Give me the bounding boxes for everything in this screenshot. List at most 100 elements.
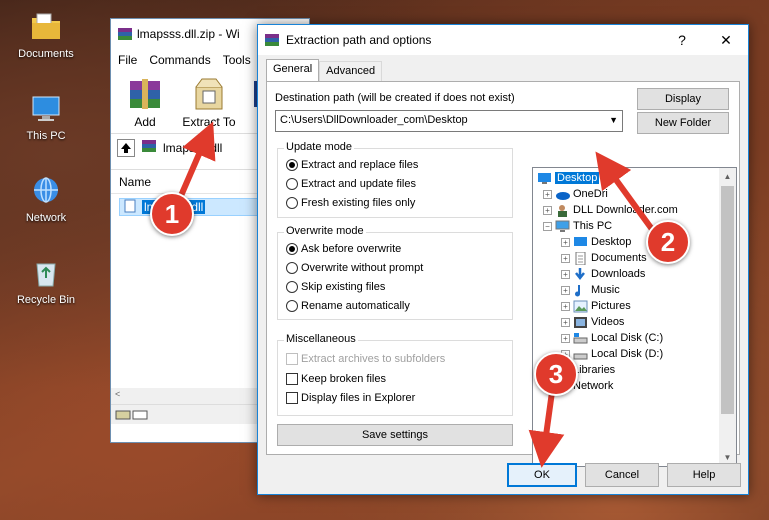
expand-icon[interactable]: + — [543, 189, 552, 199]
extract-to-icon — [188, 77, 230, 111]
dll-file-icon — [122, 199, 138, 216]
winrar-app-icon — [118, 28, 132, 40]
archive-add-icon — [124, 77, 166, 111]
scroll-up-icon[interactable]: ▲ — [719, 168, 736, 185]
menu-file[interactable]: File — [118, 53, 137, 67]
display-button[interactable]: Display — [637, 88, 729, 110]
tree-item-desktop-root[interactable]: Desktop — [537, 170, 600, 186]
winrar-app-icon — [265, 34, 279, 46]
desktop-icon — [573, 236, 588, 249]
up-folder-icon[interactable] — [117, 138, 135, 157]
option-label: Display files in Explorer — [301, 392, 416, 404]
tree-scrollbar[interactable]: ▲ ▼ — [719, 168, 736, 466]
computer-icon — [555, 220, 570, 233]
expand-icon[interactable]: + — [561, 285, 570, 295]
tree-item-downloads[interactable]: + Downloads — [561, 266, 645, 282]
radio[interactable] — [286, 300, 298, 312]
radio[interactable] — [286, 262, 298, 274]
tree-item-this-pc[interactable]: − This PC — [543, 218, 612, 234]
archive-path[interactable]: lmapsss.dll — [163, 141, 222, 155]
user-icon — [555, 204, 570, 217]
option-label: Extract archives to subfolders — [301, 353, 446, 365]
misc-option-keep-broken[interactable]: Keep broken files — [286, 373, 386, 385]
recycle-bin-icon — [29, 256, 63, 290]
chevron-down-icon[interactable]: ▼ — [609, 115, 618, 125]
local-disk-icon — [573, 348, 588, 361]
destination-label: Destination path (will be created if doe… — [275, 92, 515, 104]
tab-advanced[interactable]: Advanced — [319, 61, 383, 81]
update-option-update[interactable]: Extract and update files — [286, 178, 416, 190]
computer-icon — [29, 92, 63, 126]
desktop-icon-documents[interactable]: Documents — [0, 10, 92, 60]
tree-item-pictures[interactable]: + Pictures — [561, 298, 631, 314]
tree-item-onedrive[interactable]: + OneDri — [543, 186, 608, 202]
overwrite-option-skip[interactable]: Skip existing files — [286, 281, 385, 293]
checkbox-disabled — [286, 353, 298, 365]
tree-item-local-disk-d[interactable]: + Local Disk (D:) — [561, 346, 663, 362]
misc-option-explorer[interactable]: Display files in Explorer — [286, 392, 415, 404]
tree-item-label: Music — [591, 284, 620, 296]
tree-item-local-disk-c[interactable]: + Local Disk (C:) — [561, 330, 663, 346]
extract-to-button[interactable]: Extract To — [179, 77, 239, 129]
misc-option-subfolders: Extract archives to subfolders — [286, 353, 445, 365]
destination-path-input[interactable]: C:\Users\DllDownloader_com\Desktop ▼ — [275, 110, 623, 132]
misc-title: Miscellaneous — [284, 333, 358, 345]
ok-button[interactable]: OK — [507, 463, 577, 487]
desktop-icon-label: Documents — [18, 48, 74, 60]
folder-tree[interactable]: Desktop + OneDri + DLL Downloader.com − … — [532, 167, 737, 467]
tree-item-videos[interactable]: + Videos — [561, 314, 624, 330]
option-label: Ask before overwrite — [301, 243, 402, 255]
tree-item-label: This PC — [573, 220, 613, 232]
desktop-icon — [537, 172, 552, 185]
expand-icon[interactable]: + — [543, 205, 552, 215]
folder-documents-icon — [29, 10, 63, 44]
help-button[interactable]: Help — [667, 463, 741, 487]
close-icon[interactable]: ✕ — [704, 25, 748, 55]
expand-icon[interactable]: + — [561, 317, 570, 327]
option-label: Extract and replace files — [301, 159, 419, 171]
step-marker-3: 3 — [534, 352, 578, 396]
expand-icon[interactable]: + — [561, 269, 570, 279]
radio[interactable] — [286, 197, 298, 209]
help-title-button[interactable]: ? — [660, 25, 704, 55]
add-button[interactable]: Add — [119, 77, 171, 129]
overwrite-option-no-prompt[interactable]: Overwrite without prompt — [286, 262, 423, 274]
expand-icon[interactable]: + — [561, 301, 570, 311]
radio[interactable] — [286, 281, 298, 293]
tree-item-music[interactable]: + Music — [561, 282, 620, 298]
cancel-button[interactable]: Cancel — [585, 463, 659, 487]
network-globe-icon — [29, 174, 63, 208]
desktop-icon-this-pc[interactable]: This PC — [0, 92, 92, 142]
tree-item-documents[interactable]: + Documents — [561, 250, 647, 266]
dialog-title-bar[interactable]: Extraction path and options ? ✕ — [258, 25, 748, 55]
destination-path-value: C:\Users\DllDownloader_com\Desktop — [280, 114, 468, 126]
overwrite-option-ask[interactable]: Ask before overwrite — [286, 243, 401, 255]
expand-icon[interactable]: + — [561, 333, 570, 343]
radio-selected[interactable] — [286, 243, 298, 255]
tree-item-user[interactable]: + DLL Downloader.com — [543, 202, 678, 218]
scroll-thumb[interactable] — [721, 186, 734, 414]
update-option-replace[interactable]: Extract and replace files — [286, 159, 418, 171]
radio[interactable] — [286, 178, 298, 190]
expand-icon[interactable]: + — [561, 253, 570, 263]
expand-icon[interactable]: + — [561, 237, 570, 247]
overwrite-option-rename[interactable]: Rename automatically — [286, 300, 410, 312]
menu-commands[interactable]: Commands — [149, 53, 210, 67]
archive-icon — [141, 139, 157, 156]
checkbox[interactable] — [286, 392, 298, 404]
menu-tools[interactable]: Tools — [223, 53, 251, 67]
music-icon — [573, 284, 588, 297]
collapse-icon[interactable]: − — [543, 221, 552, 231]
tab-general[interactable]: General — [266, 59, 320, 81]
onedrive-cloud-icon — [555, 188, 570, 201]
desktop-icon-network[interactable]: Network — [0, 174, 92, 224]
desktop-icon-label: This PC — [26, 130, 66, 142]
desktop-icon-recycle-bin[interactable]: Recycle Bin — [0, 256, 92, 306]
new-folder-button[interactable]: New Folder — [637, 112, 729, 134]
radio-selected[interactable] — [286, 159, 298, 171]
update-option-fresh[interactable]: Fresh existing files only — [286, 197, 415, 209]
tree-item-desktop[interactable]: + Desktop — [561, 234, 631, 250]
checkbox[interactable] — [286, 373, 298, 385]
tree-item-label: Pictures — [591, 300, 631, 312]
save-settings-button[interactable]: Save settings — [277, 424, 513, 446]
